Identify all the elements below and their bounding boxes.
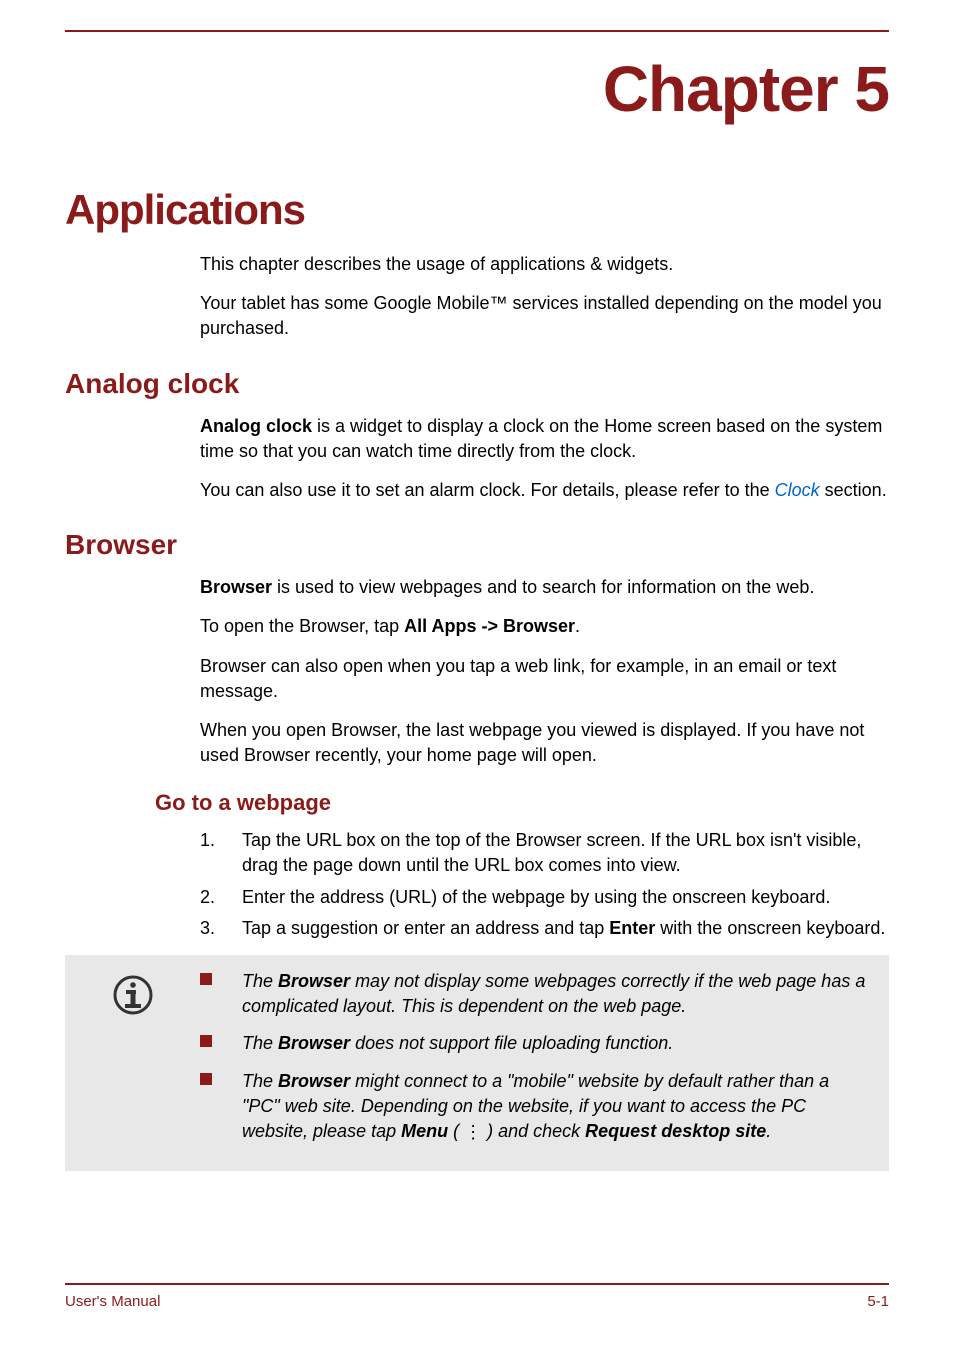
bullet-icon [200,969,242,1019]
bullet-icon [200,1031,242,1056]
list-text: Tap the URL box on the top of the Browse… [242,828,889,878]
n1-before: The [242,971,278,991]
clock-link[interactable]: Clock [775,480,820,500]
page-footer: User's Manual 5-1 [65,1283,889,1310]
list-text: Enter the address (URL) of the webpage b… [242,885,889,910]
footer-rule [65,1283,889,1285]
footer-right: 5-1 [867,1293,889,1310]
browser-p2-before: To open the Browser, tap [200,616,404,636]
list-item: 2. Enter the address (URL) of the webpag… [200,885,889,910]
info-icon [113,975,153,1015]
n2-after: does not support file uploading function… [350,1033,673,1053]
step3-bold: Enter [609,918,655,938]
page-heading-applications: Applications [65,186,889,234]
browser-p2-bold: All Apps -> Browser [404,616,575,636]
n3-bold2: Menu [401,1121,448,1141]
intro-paragraph-2: Your tablet has some Google Mobile™ serv… [200,291,889,341]
browser-paragraph-1: Browser is used to view webpages and to … [200,575,889,600]
note-icon-cell [65,969,200,1015]
n3-before: The [242,1071,278,1091]
note-item: The Browser does not support file upload… [200,1031,871,1056]
analog-clock-p2-after: section. [820,480,887,500]
n3-mid2: ( [448,1121,464,1141]
section-heading-analog-clock: Analog clock [65,368,889,400]
go-to-webpage-list: 1. Tap the URL box on the top of the Bro… [200,828,889,941]
bullet-icon [200,1069,242,1145]
menu-overflow-icon: ⋮ [464,1120,482,1145]
top-rule [65,30,889,32]
list-number: 2. [200,885,242,910]
analog-clock-paragraph-2: You can also use it to set an alarm cloc… [200,478,889,503]
analog-clock-bold: Analog clock [200,416,312,436]
list-number: 3. [200,916,242,941]
analog-clock-p2-before: You can also use it to set an alarm cloc… [200,480,775,500]
n3-mid3: ) and check [482,1121,585,1141]
note-text: The Browser does not support file upload… [242,1031,871,1056]
browser-paragraph-2: To open the Browser, tap All Apps -> Bro… [200,614,889,639]
footer-left: User's Manual [65,1293,160,1310]
list-number: 1. [200,828,242,878]
n2-before: The [242,1033,278,1053]
n3-after: . [766,1121,771,1141]
section-heading-browser: Browser [65,529,889,561]
chapter-title: Chapter 5 [65,52,889,126]
browser-paragraph-3: Browser can also open when you tap a web… [200,654,889,704]
subsection-heading-go-to-webpage: Go to a webpage [155,790,889,816]
browser-paragraph-4: When you open Browser, the last webpage … [200,718,889,768]
browser-p2-after: . [575,616,580,636]
intro-paragraph-1: This chapter describes the usage of appl… [200,252,889,277]
list-item: 1. Tap the URL box on the top of the Bro… [200,828,889,878]
n3-bold1: Browser [278,1071,350,1091]
analog-clock-paragraph-1: Analog clock is a widget to display a cl… [200,414,889,464]
n3-bold3: Request desktop site [585,1121,766,1141]
list-text: Tap a suggestion or enter an address and… [242,916,889,941]
list-item: 3. Tap a suggestion or enter an address … [200,916,889,941]
note-text: The Browser may not display some webpage… [242,969,871,1019]
note-block: The Browser may not display some webpage… [65,955,889,1171]
note-text: The Browser might connect to a "mobile" … [242,1069,871,1145]
n2-bold: Browser [278,1033,350,1053]
n1-bold: Browser [278,971,350,991]
note-item: The Browser might connect to a "mobile" … [200,1069,871,1145]
browser-rest-1: is used to view webpages and to search f… [272,577,814,597]
browser-bold-1: Browser [200,577,272,597]
step3-before: Tap a suggestion or enter an address and… [242,918,609,938]
note-item: The Browser may not display some webpage… [200,969,871,1019]
step3-after: with the onscreen keyboard. [655,918,885,938]
note-content: The Browser may not display some webpage… [200,969,871,1157]
